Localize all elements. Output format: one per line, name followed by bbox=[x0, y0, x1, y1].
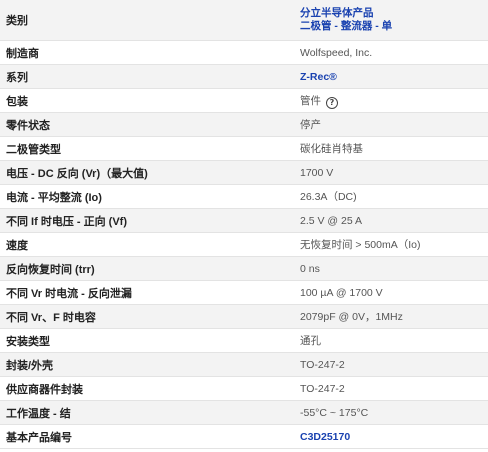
attribute-label: 封装/外壳 bbox=[0, 352, 294, 377]
diode-type-value: 碳化硅肖特基 bbox=[294, 136, 488, 161]
table-row-voltage-forward: 不同 If 时电压 - 正向 (Vf) 2.5 V @ 25 A bbox=[0, 208, 488, 233]
reverse-recovery-time-value: 0 ns bbox=[294, 256, 488, 281]
current-average-rectified-value: 26.3A（DC) bbox=[294, 184, 488, 209]
capacitance-value: 2079pF @ 0V，1MHz bbox=[294, 304, 488, 329]
attribute-label: 不同 Vr 时电流 - 反向泄漏 bbox=[0, 280, 294, 305]
reverse-leakage-value: 100 µA @ 1700 V bbox=[294, 280, 488, 305]
table-row-reverse-leakage: 不同 Vr 时电流 - 反向泄漏 100 µA @ 1700 V bbox=[0, 280, 488, 305]
attribute-label: 二极管类型 bbox=[0, 136, 294, 161]
attribute-label: 零件状态 bbox=[0, 112, 294, 137]
speed-value: 无恢复时间 > 500mA（Io) bbox=[294, 232, 488, 257]
table-row-category: 类别 分立半导体产品 二极管 - 整流器 - 单 bbox=[0, 0, 488, 41]
supplier-device-package-value: TO-247-2 bbox=[294, 376, 488, 401]
category-value: 分立半导体产品 二极管 - 整流器 - 单 bbox=[294, 0, 488, 41]
subcategory-link[interactable]: 二极管 - 整流器 - 单 bbox=[300, 20, 488, 33]
table-row-manufacturer: 制造商 Wolfspeed, Inc. bbox=[0, 40, 488, 65]
table-row-part-status: 零件状态 停产 bbox=[0, 112, 488, 137]
attribute-label: 基本产品编号 bbox=[0, 424, 294, 449]
help-circle-icon[interactable]: ? bbox=[326, 96, 338, 109]
package-case-value: TO-247-2 bbox=[294, 352, 488, 377]
attribute-label: 速度 bbox=[0, 232, 294, 257]
attribute-label: 类别 bbox=[0, 0, 294, 41]
base-product-number-value: C3D25170 bbox=[294, 424, 488, 449]
table-row-mounting-type: 安装类型 通孔 bbox=[0, 328, 488, 353]
mounting-type-value: 通孔 bbox=[294, 328, 488, 353]
attribute-label: 包装 bbox=[0, 88, 294, 113]
product-attributes-table: 类别 分立半导体产品 二极管 - 整流器 - 单 制造商 Wolfspeed, … bbox=[0, 0, 488, 449]
table-row-diode-type: 二极管类型 碳化硅肖特基 bbox=[0, 136, 488, 161]
attribute-label: 工作温度 - 结 bbox=[0, 400, 294, 425]
table-row-reverse-recovery-time: 反向恢复时间 (trr) 0 ns bbox=[0, 256, 488, 281]
attribute-label: 不同 Vr、F 时电容 bbox=[0, 304, 294, 329]
manufacturer-value: Wolfspeed, Inc. bbox=[294, 40, 488, 65]
table-row-speed: 速度 无恢复时间 > 500mA（Io) bbox=[0, 232, 488, 257]
attribute-label: 供应商器件封装 bbox=[0, 376, 294, 401]
attribute-label: 电流 - 平均整流 (Io) bbox=[0, 184, 294, 209]
attribute-label: 反向恢复时间 (trr) bbox=[0, 256, 294, 281]
voltage-forward-value: 2.5 V @ 25 A bbox=[294, 208, 488, 233]
table-row-packaging: 包装 管件? bbox=[0, 88, 488, 113]
series-link[interactable]: Z-Rec® bbox=[300, 71, 337, 83]
series-value: Z-Rec® bbox=[294, 64, 488, 89]
packaging-value: 管件? bbox=[294, 88, 488, 113]
category-link[interactable]: 分立半导体产品 bbox=[300, 7, 488, 20]
table-row-package-case: 封装/外壳 TO-247-2 bbox=[0, 352, 488, 377]
table-row-base-product-number: 基本产品编号 C3D25170 bbox=[0, 424, 488, 449]
table-row-voltage-dc-reverse: 电压 - DC 反向 (Vr)（最大值) 1700 V bbox=[0, 160, 488, 185]
attribute-label: 电压 - DC 反向 (Vr)（最大值) bbox=[0, 160, 294, 185]
attribute-label: 安装类型 bbox=[0, 328, 294, 353]
table-row-current-average-rectified: 电流 - 平均整流 (Io) 26.3A（DC) bbox=[0, 184, 488, 209]
attribute-label: 制造商 bbox=[0, 40, 294, 65]
table-row-capacitance: 不同 Vr、F 时电容 2079pF @ 0V，1MHz bbox=[0, 304, 488, 329]
operating-temperature-value: -55°C ~ 175°C bbox=[294, 400, 488, 425]
table-row-series: 系列 Z-Rec® bbox=[0, 64, 488, 89]
part-status-value: 停产 bbox=[294, 112, 488, 137]
voltage-dc-reverse-value: 1700 V bbox=[294, 160, 488, 185]
attribute-label: 不同 If 时电压 - 正向 (Vf) bbox=[0, 208, 294, 233]
table-row-operating-temperature: 工作温度 - 结 -55°C ~ 175°C bbox=[0, 400, 488, 425]
attribute-label: 系列 bbox=[0, 64, 294, 89]
table-row-supplier-device-package: 供应商器件封装 TO-247-2 bbox=[0, 376, 488, 401]
base-product-number-link[interactable]: C3D25170 bbox=[300, 431, 350, 443]
packaging-text: 管件 bbox=[300, 94, 321, 107]
